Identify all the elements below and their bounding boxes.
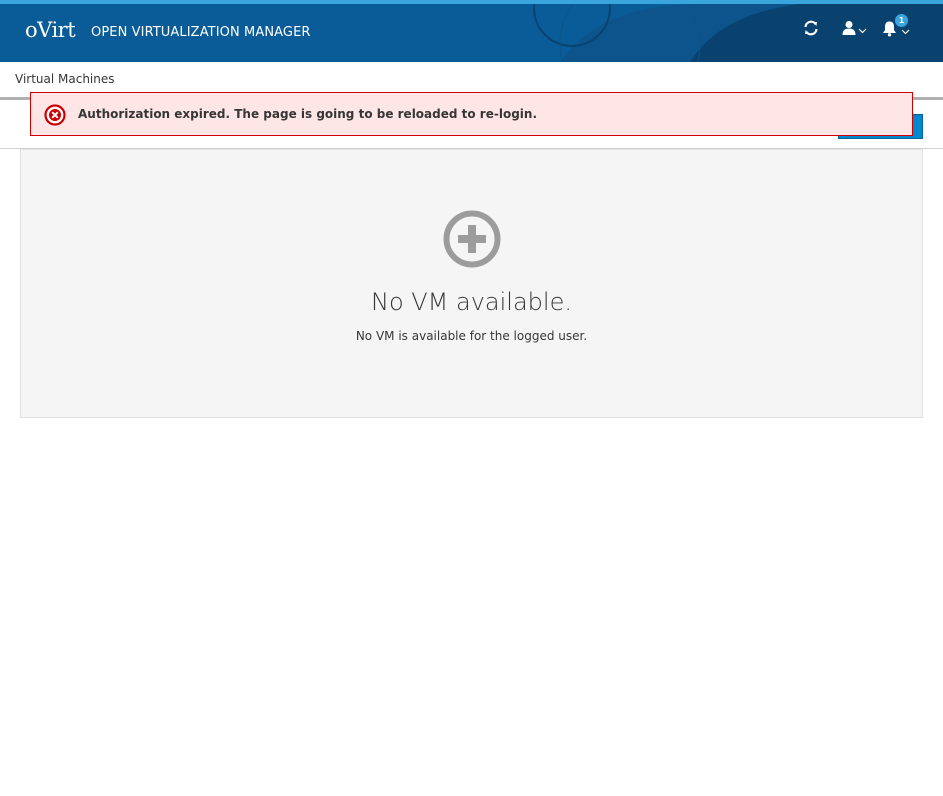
alert-message: Authorization expired. The page is going…: [78, 107, 538, 121]
empty-state-title: No VM available.: [371, 288, 572, 316]
breadcrumb[interactable]: Virtual Machines: [15, 72, 115, 86]
ovirt-logo[interactable]: oVirt: [25, 18, 76, 42]
empty-state-description: No VM is available for the logged user.: [355, 329, 588, 343]
user-icon: [842, 21, 856, 35]
notification-count-badge: 1: [895, 14, 908, 27]
user-menu-button[interactable]: [842, 20, 867, 36]
add-circle-icon: [443, 210, 501, 268]
refresh-button[interactable]: [803, 20, 819, 36]
error-circle-icon: [44, 104, 66, 126]
notifications-button[interactable]: 1: [881, 14, 910, 37]
app-title: OPEN VIRTUALIZATION MANAGER: [91, 25, 311, 40]
error-alert: Authorization expired. The page is going…: [30, 92, 913, 136]
chevron-down-icon: [901, 29, 910, 34]
chevron-down-icon: [858, 28, 867, 34]
masthead: oVirt OPEN VIRTUALIZATION MANAGER 1: [0, 0, 943, 62]
empty-state: No VM available. No VM is available for …: [20, 149, 923, 418]
refresh-icon: [804, 20, 818, 36]
